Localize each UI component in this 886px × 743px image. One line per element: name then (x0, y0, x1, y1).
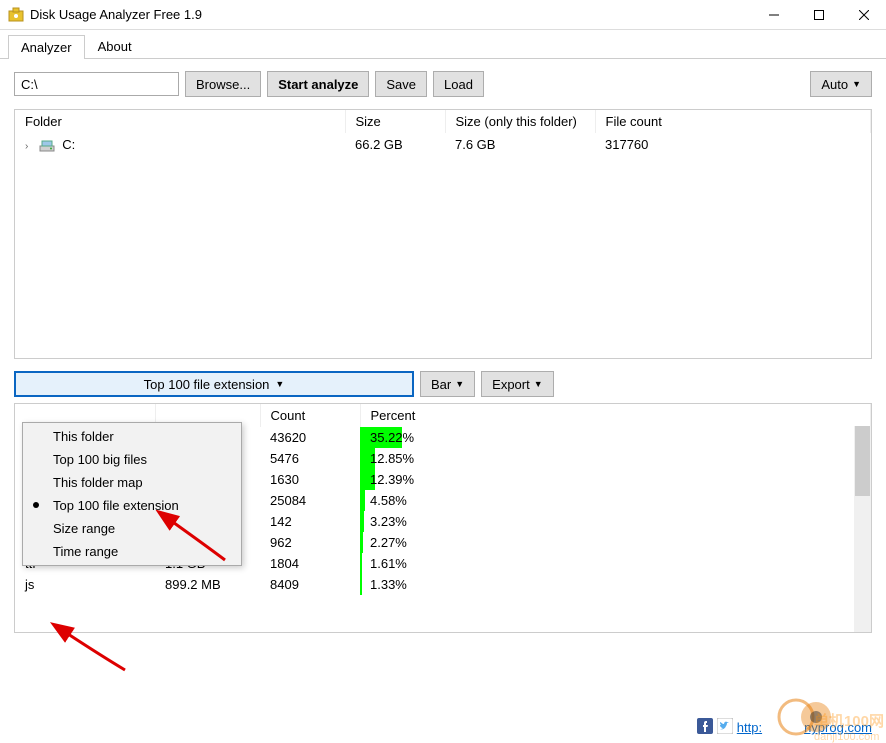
count-cell: 5476 (260, 448, 360, 469)
footer: http:nyprog.com (697, 718, 872, 737)
size-cell: 899.2 MB (155, 574, 260, 595)
filter-toolbar: Top 100 file extension ▼ Bar ▼ Export ▼ (0, 359, 886, 403)
col-file-count[interactable]: File count (595, 110, 871, 133)
main-toolbar: Browse... Start analyze Save Load Auto ▼ (0, 59, 886, 109)
expand-icon[interactable]: › (25, 141, 35, 152)
view-mode-label: Top 100 file extension (144, 377, 270, 392)
count-cell: 43620 (260, 427, 360, 448)
caret-down-icon: ▼ (455, 379, 464, 389)
ext-cell: js (15, 574, 155, 595)
close-button[interactable] (841, 1, 886, 29)
menu-time-range[interactable]: Time range (23, 540, 241, 563)
folder-table: Folder Size Size (only this folder) File… (15, 110, 871, 157)
selected-bullet-icon (33, 502, 39, 508)
save-button[interactable]: Save (375, 71, 427, 97)
percent-cell: 1.61% (360, 553, 871, 574)
window-controls (751, 1, 886, 29)
start-analyze-button[interactable]: Start analyze (267, 71, 369, 97)
view-mode-dropdown[interactable]: Top 100 file extension ▼ (14, 371, 414, 397)
menu-item-label: Top 100 file extension (53, 498, 179, 513)
path-input[interactable] (14, 72, 179, 96)
count-cell: 25084 (260, 490, 360, 511)
percent-cell: 3.23% (360, 511, 871, 532)
folder-tree-panel: Folder Size Size (only this folder) File… (14, 109, 872, 359)
menu-this-folder[interactable]: This folder (23, 425, 241, 448)
file-count-cell: 317760 (595, 133, 871, 157)
caret-down-icon: ▼ (852, 79, 861, 89)
maximize-button[interactable] (796, 1, 841, 29)
export-label: Export (492, 377, 530, 392)
caret-down-icon: ▼ (275, 379, 284, 389)
menu-this-folder-map[interactable]: This folder map (23, 471, 241, 494)
tab-strip: Analyzer About (0, 30, 886, 59)
window-title: Disk Usage Analyzer Free 1.9 (30, 7, 751, 22)
percent-cell: 2.27% (360, 532, 871, 553)
auto-label: Auto (821, 77, 848, 92)
export-dropdown[interactable]: Export ▼ (481, 371, 554, 397)
col-count[interactable]: Count (260, 404, 360, 427)
count-cell: 8409 (260, 574, 360, 595)
percent-cell: 4.58% (360, 490, 871, 511)
size-cell: 66.2 GB (345, 133, 445, 157)
twitter-icon[interactable] (717, 718, 733, 737)
folder-name: C: (62, 137, 75, 152)
scrollbar-thumb[interactable] (855, 426, 870, 496)
app-icon (8, 7, 24, 23)
load-button[interactable]: Load (433, 71, 484, 97)
bar-label: Bar (431, 377, 451, 392)
col-size[interactable]: Size (345, 110, 445, 133)
percent-cell: 12.39% (360, 469, 871, 490)
percent-cell: 12.85% (360, 448, 871, 469)
website-link[interactable]: http:nyprog.com (737, 720, 872, 735)
menu-size-range[interactable]: Size range (23, 517, 241, 540)
table-row[interactable]: › C: 66.2 GB 7.6 GB 317760 (15, 133, 871, 157)
minimize-button[interactable] (751, 1, 796, 29)
facebook-icon[interactable] (697, 718, 713, 737)
tab-analyzer[interactable]: Analyzer (8, 35, 85, 59)
col-size-self[interactable]: Size (only this folder) (445, 110, 595, 133)
view-mode-menu: This folder Top 100 big files This folde… (22, 422, 242, 566)
browse-button[interactable]: Browse... (185, 71, 261, 97)
percent-cell: 1.33% (360, 574, 871, 595)
count-cell: 1630 (260, 469, 360, 490)
count-cell: 142 (260, 511, 360, 532)
col-folder[interactable]: Folder (15, 110, 345, 133)
titlebar: Disk Usage Analyzer Free 1.9 (0, 0, 886, 30)
size-self-cell: 7.6 GB (445, 133, 595, 157)
table-row[interactable]: js899.2 MB84091.33% (15, 574, 871, 595)
drive-icon (39, 139, 55, 153)
caret-down-icon: ▼ (534, 379, 543, 389)
menu-top-100-big-files[interactable]: Top 100 big files (23, 448, 241, 471)
count-cell: 1804 (260, 553, 360, 574)
menu-top-100-file-extension[interactable]: Top 100 file extension (23, 494, 241, 517)
auto-dropdown[interactable]: Auto ▼ (810, 71, 872, 97)
vertical-scrollbar[interactable] (854, 426, 871, 632)
tab-about[interactable]: About (85, 34, 145, 58)
bar-dropdown[interactable]: Bar ▼ (420, 371, 475, 397)
col-percent[interactable]: Percent (360, 404, 871, 427)
percent-cell: 35.22% (360, 427, 871, 448)
count-cell: 962 (260, 532, 360, 553)
